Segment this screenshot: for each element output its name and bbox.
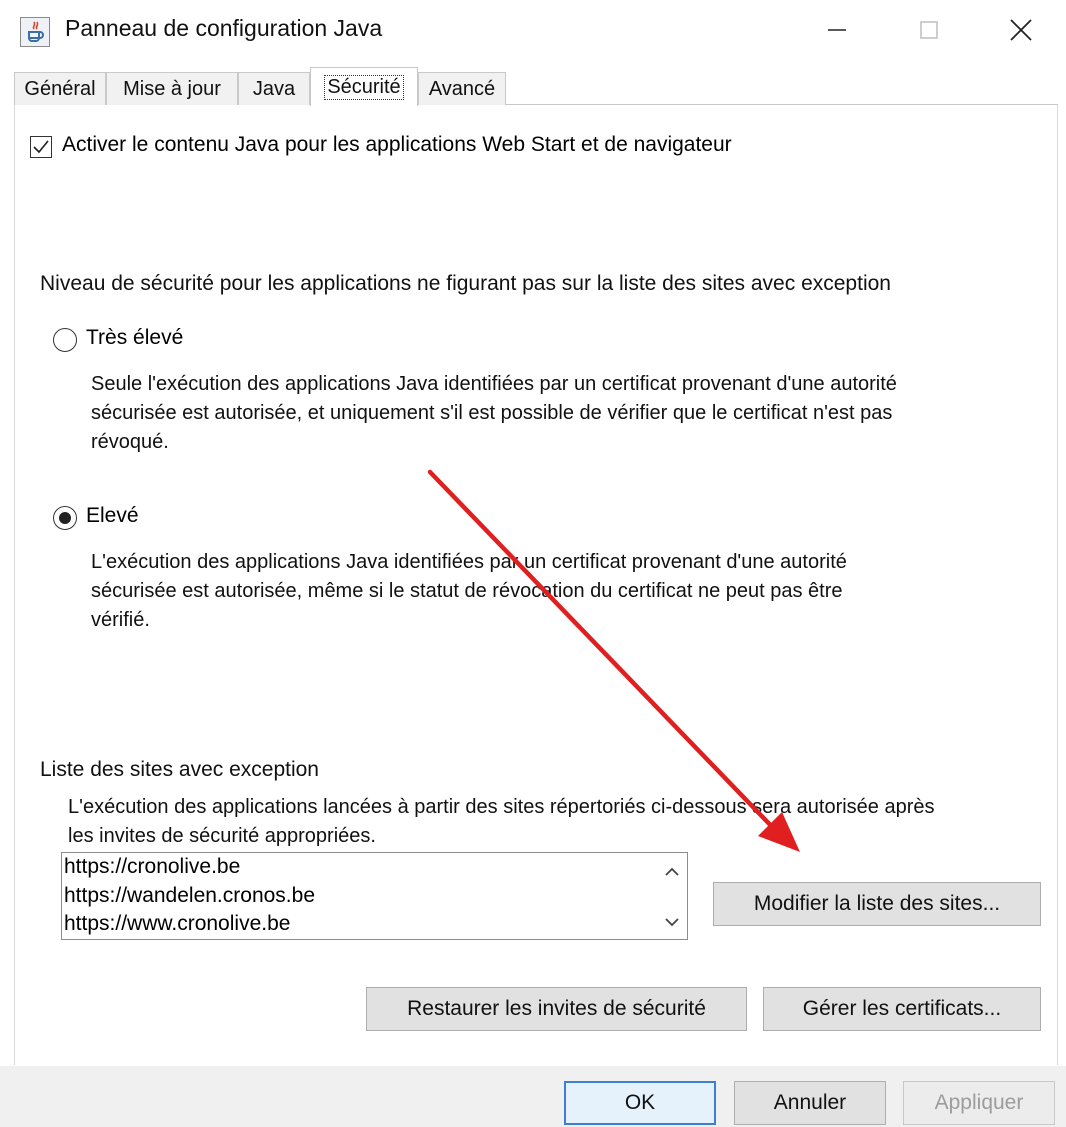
ok-button[interactable]: OK	[564, 1081, 716, 1125]
tab-label: Avancé	[428, 77, 496, 100]
description-line: révoqué.	[91, 431, 169, 453]
description-line: sécurisée est autorisée, même si le stat…	[91, 580, 843, 602]
tab-general[interactable]: Général	[14, 72, 106, 105]
radio-eleve[interactable]	[53, 506, 77, 530]
enable-java-label: Activer le contenu Java pour les applica…	[62, 133, 732, 156]
radio-selected-dot	[59, 512, 71, 524]
description-line: vérifié.	[91, 609, 150, 631]
tab-java[interactable]: Java	[238, 72, 310, 105]
close-icon	[1010, 19, 1032, 41]
tab-avance[interactable]: Avancé	[418, 72, 506, 105]
scroll-up-button[interactable]	[661, 861, 683, 883]
security-level-heading: Niveau de sécurité pour les applications…	[40, 272, 891, 295]
exception-site-list[interactable]: https://cronolive.be https://wandelen.cr…	[61, 852, 688, 940]
description-line: Seule l'exécution des applications Java …	[91, 373, 897, 395]
cancel-button[interactable]: Annuler	[734, 1081, 886, 1125]
radio-tres-eleve[interactable]	[53, 328, 77, 352]
tab-label: Général	[24, 77, 96, 100]
exception-description: L'exécution des applications lancées à p…	[68, 793, 935, 851]
eleve-description: L'exécution des applications Java identi…	[91, 548, 847, 635]
scroll-down-button[interactable]	[661, 911, 683, 933]
description-line: sécurisée est autorisée, et uniquement s…	[91, 402, 893, 424]
maximize-icon	[920, 21, 938, 39]
list-scrollbar[interactable]	[657, 853, 687, 939]
title-bar: Panneau de configuration Java	[0, 0, 1066, 62]
description-line: L'exécution des applications Java identi…	[91, 551, 847, 573]
radio-tres-eleve-label: Très élevé	[86, 326, 184, 349]
exception-list-heading: Liste des sites avec exception	[40, 758, 319, 781]
manage-certificates-button[interactable]: Gérer les certificats...	[763, 987, 1041, 1031]
minimize-icon	[828, 29, 846, 31]
list-item[interactable]: https://cronolive.be	[62, 853, 687, 882]
minimize-button[interactable]	[812, 8, 862, 52]
tab-mise-a-jour[interactable]: Mise à jour	[106, 72, 238, 105]
restore-security-prompts-button[interactable]: Restaurer les invites de sécurité	[366, 987, 747, 1031]
description-line: L'exécution des applications lancées à p…	[68, 796, 935, 818]
tres-eleve-description: Seule l'exécution des applications Java …	[91, 370, 897, 457]
list-item[interactable]: https://www.cronolive.be	[62, 910, 687, 939]
window-title: Panneau de configuration Java	[65, 15, 383, 41]
list-item[interactable]: https://wandelen.cronos.be	[62, 882, 687, 911]
tab-securite[interactable]: Sécurité	[310, 67, 418, 106]
radio-eleve-label: Elevé	[86, 504, 139, 527]
chevron-down-icon	[665, 918, 679, 927]
java-icon	[20, 17, 50, 47]
edit-site-list-button[interactable]: Modifier la liste des sites...	[713, 882, 1041, 926]
enable-java-checkbox[interactable]	[30, 136, 52, 158]
close-button[interactable]	[996, 8, 1046, 52]
tab-label: Sécurité	[324, 74, 404, 100]
description-line: les invites de sécurité appropriées.	[68, 825, 376, 847]
apply-button[interactable]: Appliquer	[903, 1081, 1055, 1125]
tab-strip: Général Mise à jour Java Sécurité Avancé	[14, 67, 1058, 106]
tab-label: Java	[252, 77, 296, 100]
tab-label: Mise à jour	[123, 77, 221, 100]
chevron-up-icon	[665, 867, 679, 876]
checkmark-icon	[33, 140, 49, 154]
maximize-button[interactable]	[904, 8, 954, 52]
